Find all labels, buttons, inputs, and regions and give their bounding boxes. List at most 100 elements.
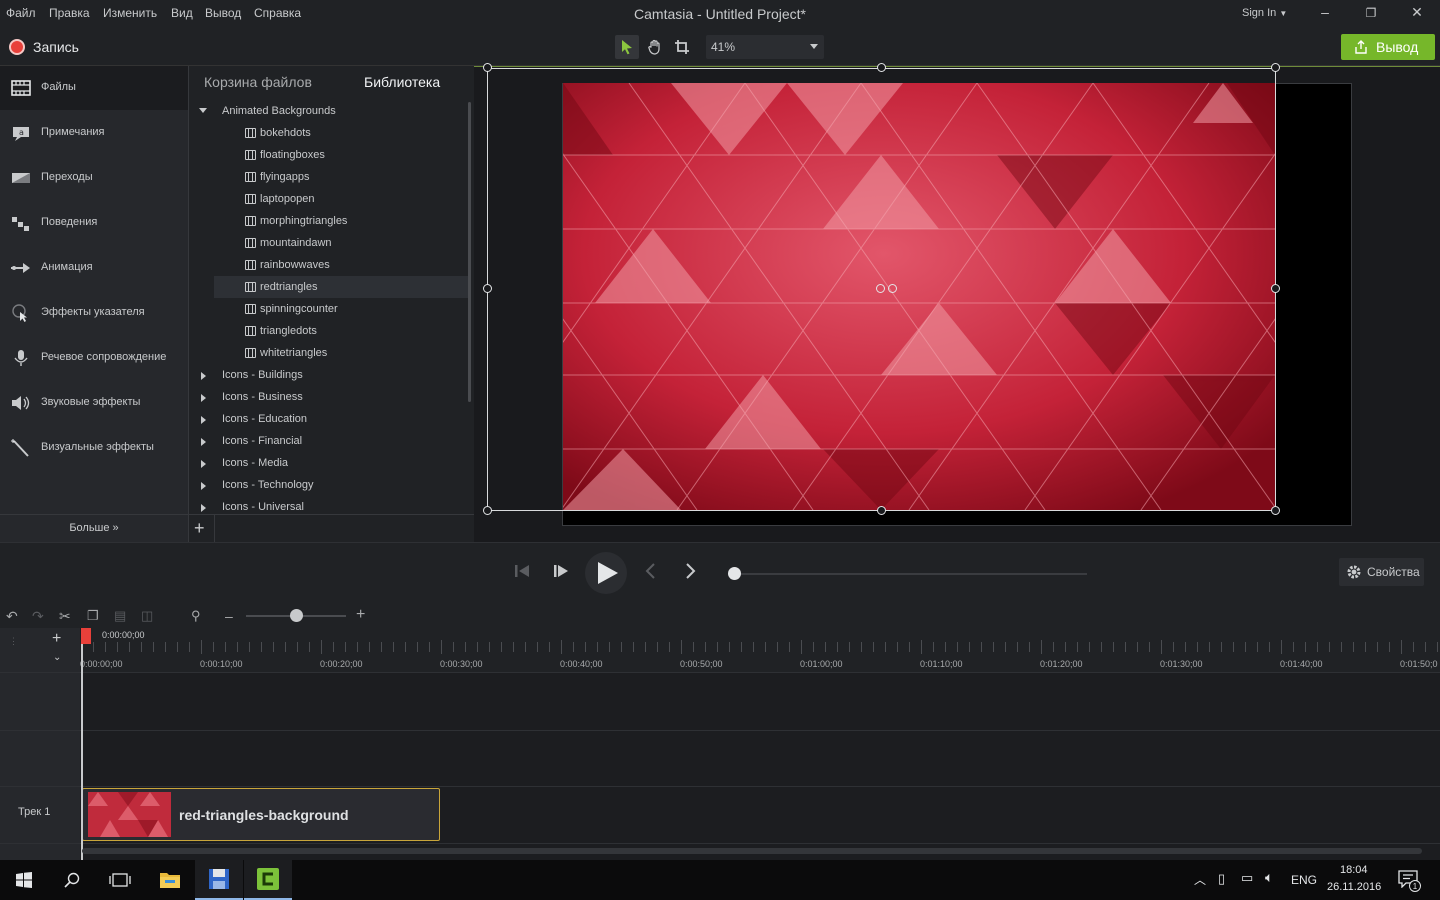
crop-tool-icon[interactable] [670, 35, 694, 59]
scrub-knob[interactable] [728, 567, 741, 580]
tree-folder[interactable]: Icons - Business [189, 386, 469, 408]
split-icon[interactable]: ◫ [141, 608, 153, 624]
windows-start-icon[interactable] [0, 860, 48, 900]
playhead-line[interactable] [81, 628, 83, 860]
rotate-handle[interactable] [888, 284, 897, 293]
step-back-icon[interactable] [512, 561, 532, 581]
sidebar-item-files[interactable]: Файлы [0, 66, 188, 110]
export-button[interactable]: Вывод [1341, 34, 1435, 60]
paste-icon[interactable]: ▤ [114, 608, 126, 624]
redo-icon[interactable]: ↷ [32, 608, 44, 625]
resize-handle[interactable] [483, 284, 492, 293]
ruler-tick [1065, 642, 1066, 652]
select-tool-icon[interactable] [615, 35, 639, 59]
tray-chevron-up-icon[interactable]: ︿ [1194, 871, 1206, 888]
pan-hand-icon[interactable] [643, 35, 667, 59]
sidebar-item-animation[interactable]: Анимация [0, 246, 188, 290]
tree-asset[interactable]: bokehdots [189, 122, 469, 144]
tree-asset[interactable]: floatingboxes [189, 144, 469, 166]
library-scrollbar[interactable] [468, 102, 471, 402]
properties-button[interactable]: Свойства [1339, 558, 1424, 586]
sidebar-item-visual-effects[interactable]: Визуальные эффекты [0, 426, 188, 470]
ruler-tick-label: 0:01:10;00 [920, 659, 963, 669]
network-icon[interactable]: ▭ [1241, 870, 1253, 886]
tree-asset[interactable]: triangledots [189, 320, 469, 342]
scrub-track[interactable] [735, 573, 1087, 575]
resize-handle[interactable] [483, 63, 492, 72]
timeline-clip[interactable]: red-triangles-background [82, 788, 440, 841]
menu-bar: Файл Правка Изменить Вид Вывод Справка C… [0, 0, 1440, 28]
minimize-icon[interactable]: – [1315, 4, 1335, 20]
resize-handle[interactable] [483, 506, 492, 515]
play-button[interactable] [585, 552, 627, 594]
close-icon[interactable]: ✕ [1407, 4, 1427, 21]
timeline-scrollbar[interactable] [82, 848, 1422, 854]
add-to-library-button[interactable]: + [189, 514, 215, 542]
tree-asset[interactable]: flyingapps [189, 166, 469, 188]
tree-folder[interactable]: Icons - Buildings [189, 364, 469, 386]
tree-asset[interactable]: whitetriangles [189, 342, 469, 364]
resize-handle[interactable] [1271, 63, 1280, 72]
zoom-select[interactable]: 41% [706, 35, 824, 59]
resize-handle[interactable] [1271, 506, 1280, 515]
copy-icon[interactable]: ❐ [87, 608, 99, 624]
sidebar-item-transitions[interactable]: Переходы [0, 156, 188, 200]
playhead-handle[interactable] [81, 628, 91, 644]
tree-asset[interactable]: mountaindawn [189, 232, 469, 254]
more-button[interactable]: Больше » [0, 514, 188, 542]
resize-handle[interactable] [877, 506, 886, 515]
tree-asset[interactable]: spinningcounter [189, 298, 469, 320]
zoom-search-icon[interactable]: ⚲ [191, 608, 201, 624]
sidebar-item-annotations[interactable]: a Примечания [0, 111, 188, 155]
add-track-icon[interactable]: + [52, 630, 61, 648]
resize-handle[interactable] [877, 63, 886, 72]
undo-icon[interactable]: ↶ [6, 608, 18, 625]
clock-date[interactable]: 26.11.2016 [1327, 881, 1381, 893]
sidebar-item-voice-narration[interactable]: Речевое сопровождение [0, 336, 188, 380]
cut-icon[interactable]: ✂ [59, 608, 71, 625]
sidebar-item-audio-effects[interactable]: Звуковые эффекты [0, 381, 188, 425]
tree-folder-animated-backgrounds[interactable]: Animated Backgrounds [189, 100, 469, 122]
preview-canvas[interactable] [474, 63, 1440, 542]
timeline[interactable]: + ⌄ ⋮ 0:00:00;00 0:00:10;00 0:00:20;00 0:00… [0, 628, 1440, 860]
track-options-icon[interactable]: ⋮ [9, 636, 18, 647]
volume-icon[interactable]: 🔈︎ [1265, 869, 1273, 886]
tree-folder[interactable]: Icons - Education [189, 408, 469, 430]
usb-device-icon[interactable]: ▯ [1218, 871, 1225, 887]
chevron-down-icon[interactable]: ⌄ [53, 652, 61, 663]
floppy-app-icon[interactable] [195, 860, 243, 900]
sign-in-menu[interactable]: Sign In ▼ [1242, 7, 1287, 19]
tree-folder[interactable]: Icons - Technology [189, 474, 469, 496]
video-asset-icon [245, 348, 256, 358]
file-explorer-icon[interactable] [146, 860, 194, 900]
sidebar-item-cursor-effects[interactable]: Эффекты указателя [0, 291, 188, 335]
language-indicator[interactable]: ENG [1291, 873, 1317, 887]
camtasia-app-icon[interactable] [244, 860, 292, 900]
tools-panel: Файлы a Примечания Переходы Поведения Ан… [0, 66, 188, 542]
ruler-tick [1437, 642, 1438, 652]
resize-handle[interactable] [1271, 284, 1280, 293]
search-icon[interactable] [48, 860, 96, 900]
tree-folder[interactable]: Icons - Media [189, 452, 469, 474]
restore-icon[interactable]: ❐ [1361, 6, 1381, 20]
timeline-zoom-knob[interactable] [290, 609, 303, 622]
tree-asset[interactable]: laptopopen [189, 188, 469, 210]
zoom-out-icon[interactable]: – [225, 608, 233, 624]
next-marker-icon[interactable] [680, 561, 700, 581]
tree-asset[interactable]: morphingtriangles [189, 210, 469, 232]
tree-folder[interactable]: Icons - Financial [189, 430, 469, 452]
tree-asset[interactable]: rainbowwaves [189, 254, 469, 276]
previous-marker-icon[interactable] [641, 561, 661, 581]
zoom-in-icon[interactable]: + [356, 606, 365, 624]
clock-time[interactable]: 18:04 [1340, 864, 1368, 876]
tree-asset-selected[interactable]: redtriangles [214, 276, 469, 298]
tab-media-bin[interactable]: Корзина файлов [204, 74, 312, 90]
tab-library[interactable]: Библиотека [364, 74, 440, 90]
notifications-icon[interactable]: 1 [1398, 870, 1421, 892]
sidebar-item-behaviors[interactable]: Поведения [0, 201, 188, 245]
time-ruler[interactable]: 0:00:00;00 0:00:10;00 0:00:20;00 0:00:30;00… [80, 628, 1440, 672]
task-view-icon[interactable] [96, 860, 144, 900]
rotate-handle[interactable] [876, 284, 885, 293]
step-forward-icon[interactable] [551, 561, 571, 581]
asset-label: laptopopen [260, 193, 315, 205]
